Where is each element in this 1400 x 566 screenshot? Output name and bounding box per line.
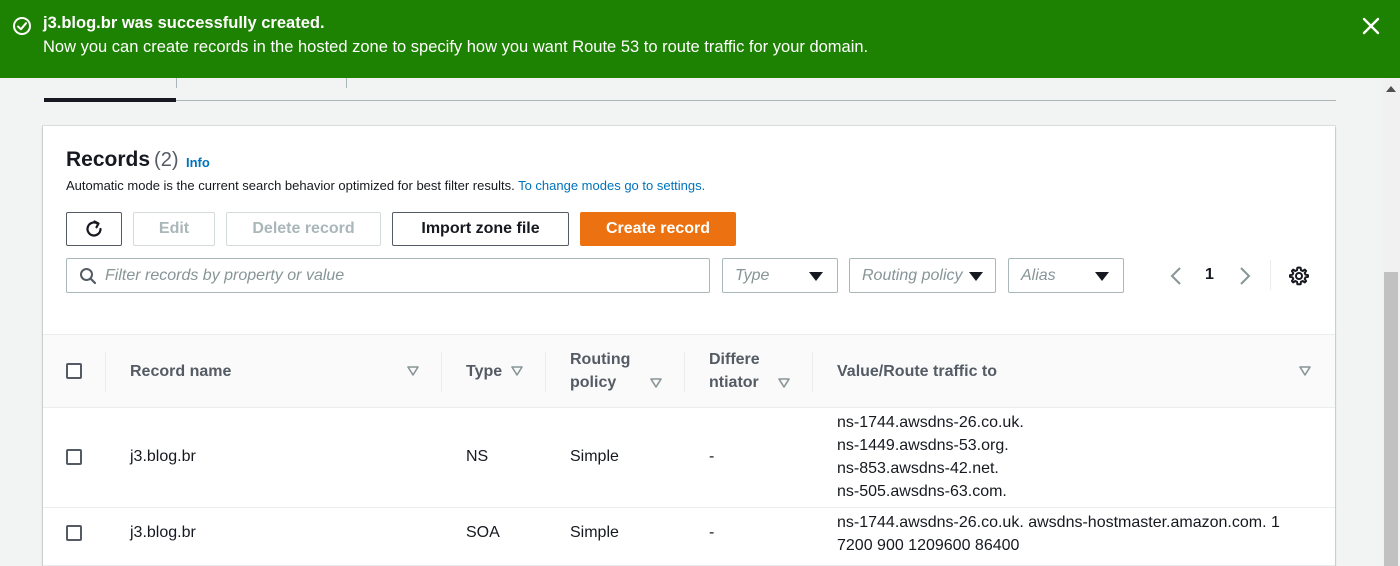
differentiator-cell: - — [709, 524, 715, 541]
column-header-record-name[interactable]: Record name — [130, 360, 231, 383]
chevron-left-icon[interactable] — [1169, 266, 1183, 286]
column-divider — [684, 352, 685, 392]
success-flash-banner: j3.blog.br was successfully created. Now… — [0, 0, 1400, 78]
routing-policy-cell: Simple — [570, 524, 619, 541]
success-check-icon — [13, 17, 31, 35]
column-header-value[interactable]: Value/Route traffic to — [837, 360, 997, 383]
caret-down-icon — [969, 272, 983, 281]
pager-divider — [1270, 260, 1271, 290]
record-name-cell: j3.blog.br — [130, 524, 196, 541]
scroll-up-arrow-icon[interactable] — [1386, 86, 1396, 92]
records-description: Automatic mode is the current search beh… — [66, 178, 705, 193]
value-line: ns-1744.awsdns-26.co.uk. — [837, 414, 1024, 431]
record-type-cell: SOA — [466, 524, 500, 541]
active-tab-indicator[interactable] — [44, 98, 176, 102]
value-cell: ns-1744.awsdns-26.co.uk. ns-1449.awsdns-… — [837, 411, 1024, 503]
close-icon[interactable] — [1360, 15, 1382, 37]
gear-icon[interactable] — [1288, 265, 1310, 287]
value-line: ns-853.awsdns-42.net. — [837, 460, 999, 477]
type-filter-placeholder: Type — [735, 267, 770, 284]
differentiator-header-line: ntiator — [709, 374, 759, 391]
row-checkbox[interactable] — [66, 525, 82, 541]
chevron-right-icon[interactable] — [1238, 266, 1252, 286]
column-header-routing-policy[interactable]: Routing policy — [570, 348, 630, 394]
select-all-checkbox[interactable] — [66, 363, 82, 379]
column-header-differentiator[interactable]: Differe ntiator — [709, 348, 760, 394]
scrollbar-thumb[interactable] — [1384, 272, 1398, 566]
type-filter-select[interactable]: Type — [722, 258, 838, 293]
routing-policy-cell: Simple — [570, 448, 619, 465]
info-link[interactable]: Info — [186, 155, 210, 170]
routing-header-line: policy — [570, 374, 617, 391]
value-line: ns-505.awsdns-63.com. — [837, 483, 1007, 500]
sort-down-icon[interactable] — [778, 378, 790, 388]
search-icon — [80, 268, 97, 285]
flash-message: Now you can create records in the hosted… — [43, 38, 869, 56]
settings-link[interactable]: To change modes go to settings. — [518, 178, 705, 193]
value-line: 7200 900 1209600 86400 — [837, 537, 1020, 554]
records-title: Records — [66, 148, 151, 171]
sort-down-icon[interactable] — [511, 366, 523, 376]
tab-separator — [346, 78, 347, 88]
record-type-cell: NS — [466, 448, 489, 465]
row-checkbox[interactable] — [66, 449, 82, 465]
search-input[interactable] — [105, 263, 695, 288]
caret-down-icon — [1095, 272, 1109, 281]
record-name-cell: j3.blog.br — [130, 448, 196, 465]
description-text: Automatic mode is the current search beh… — [66, 178, 519, 193]
page-scrollbar[interactable] — [1382, 78, 1400, 566]
routing-header-line: Routing — [570, 351, 631, 368]
records-count: (2) — [154, 149, 179, 171]
search-field[interactable] — [66, 258, 710, 293]
routing-policy-filter-select[interactable]: Routing policy — [849, 258, 996, 293]
edit-button[interactable]: Edit — [133, 212, 215, 246]
create-record-button[interactable]: Create record — [580, 212, 736, 246]
sort-down-icon[interactable] — [1299, 366, 1311, 376]
refresh-icon — [86, 220, 102, 237]
flash-title: j3.blog.br was successfully created. — [43, 14, 325, 32]
differentiator-cell: - — [709, 448, 715, 465]
column-divider — [545, 352, 546, 392]
refresh-button[interactable] — [66, 212, 122, 246]
caret-down-icon — [809, 272, 823, 281]
column-divider — [812, 352, 813, 392]
alias-filter-placeholder: Alias — [1021, 267, 1056, 284]
table-header: Record name Type Routing policy Differe … — [43, 334, 1335, 408]
column-header-type[interactable]: Type — [466, 360, 502, 383]
differentiator-header-line: Differe — [709, 351, 760, 368]
alias-filter-select[interactable]: Alias — [1008, 258, 1124, 293]
sort-down-icon[interactable] — [407, 366, 419, 376]
column-divider — [441, 352, 442, 392]
records-panel: Records (2) Info Automatic mode is the cu… — [43, 126, 1335, 566]
sort-down-icon[interactable] — [650, 378, 662, 388]
value-line: ns-1744.awsdns-26.co.uk. awsdns-hostmast… — [837, 514, 1280, 531]
table-row[interactable]: j3.blog.br SOA Simple - ns-1744.awsdns-2… — [43, 508, 1335, 566]
routing-filter-placeholder: Routing policy — [862, 267, 963, 284]
value-cell: ns-1744.awsdns-26.co.uk. awsdns-hostmast… — [837, 511, 1280, 557]
records-heading: Records (2) — [66, 148, 178, 172]
tabs-underline — [44, 100, 1336, 101]
table-row[interactable]: j3.blog.br NS Simple - ns-1744.awsdns-26… — [43, 408, 1335, 508]
value-line: ns-1449.awsdns-53.org. — [837, 437, 1009, 454]
tab-separator — [176, 78, 177, 88]
column-divider — [105, 352, 106, 392]
delete-record-button[interactable]: Delete record — [226, 212, 381, 246]
page-number-button[interactable]: 1 — [1205, 266, 1214, 284]
import-zone-file-button[interactable]: Import zone file — [392, 212, 569, 246]
